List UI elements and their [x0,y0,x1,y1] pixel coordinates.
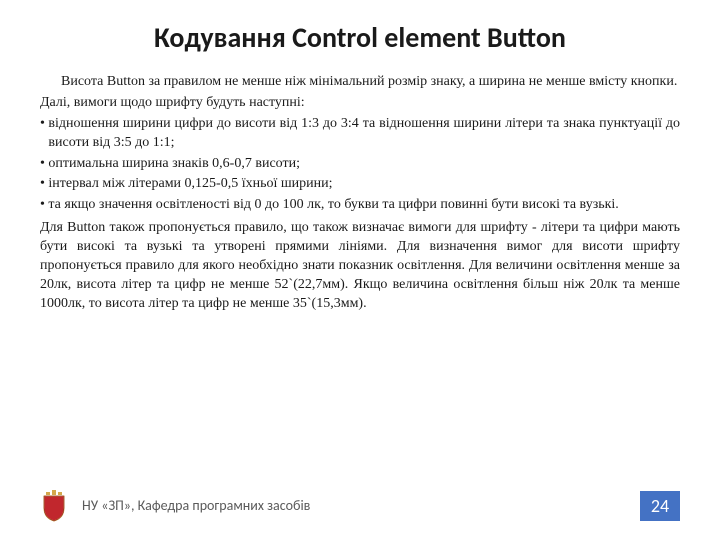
list-item: відношення ширини цифри до висоти від 1:… [40,115,680,153]
paragraph-lead: Далі, вимоги щодо шрифту будуть наступні… [40,94,680,113]
bullet-list: відношення ширини цифри до висоти від 1:… [40,115,680,215]
paragraph-intro: Висота Button за правилом не менше ніж м… [40,73,680,92]
footer: НУ «ЗП», Кафедра програмних засобів 24 [40,486,680,526]
page-title: Кодування Control element Button [40,20,680,55]
list-item: оптимальна ширина знаків 0,6-0,7 висоти; [40,155,680,174]
list-item: інтервал між літерами 0,125-0,5 їхньої ш… [40,175,680,194]
list-item: та якщо значення освітленості від 0 до 1… [40,196,680,215]
paragraph-rule: Для Button також пропонується правило, щ… [40,219,680,313]
footer-text: НУ «ЗП», Кафедра програмних засобів [82,498,640,513]
page-number-badge: 24 [640,491,680,521]
page-number: 24 [651,495,669,517]
body-text: Висота Button за правилом не менше ніж м… [40,73,680,314]
slide: Кодування Control element Button Висота … [0,0,720,540]
crest-icon [40,490,68,522]
